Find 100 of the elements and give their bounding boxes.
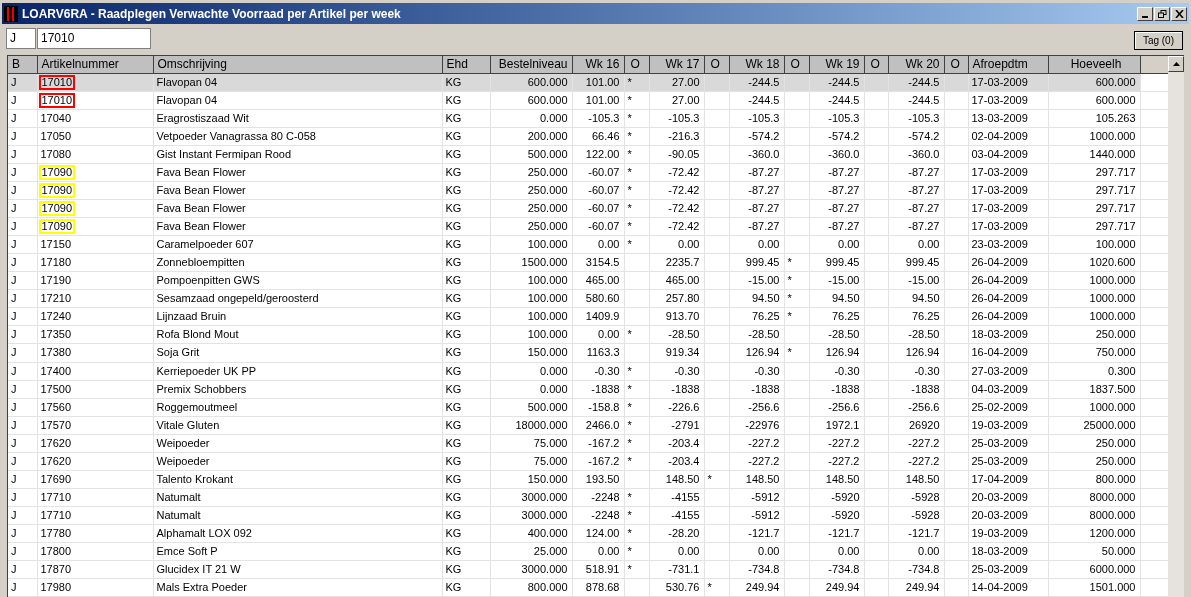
table-cell-text: 0.00 bbox=[758, 543, 781, 559]
column-header[interactable]: O bbox=[944, 56, 966, 73]
table-cell-text: -574.2 bbox=[908, 129, 941, 145]
table-cell-text: 25-02-2009 bbox=[970, 399, 1028, 415]
table-cell-text: -1838 bbox=[911, 381, 941, 397]
table-cell-text: J bbox=[10, 165, 17, 181]
table-cell-text: 297.717 bbox=[1095, 201, 1137, 217]
table-cell-text: 1020.600 bbox=[1089, 255, 1137, 271]
column-header[interactable]: O bbox=[624, 56, 646, 73]
table-cell-text: J bbox=[10, 399, 17, 415]
table-cell-text: -256.6 bbox=[748, 399, 781, 415]
table-cell-text: KG bbox=[444, 129, 462, 145]
table-cell-text: 0.00 bbox=[838, 543, 861, 559]
table-cell-text: -5920 bbox=[831, 507, 861, 523]
table-cell-text: KG bbox=[444, 237, 462, 253]
minimize-button[interactable] bbox=[1137, 6, 1153, 21]
table-cell-text: 76.25 bbox=[911, 309, 941, 325]
table-cell-text: -121.7 bbox=[748, 525, 781, 541]
table-cell-text: * bbox=[626, 165, 632, 181]
table-cell-text: -244.5 bbox=[828, 93, 861, 109]
table-cell-text: 14-04-2009 bbox=[970, 579, 1028, 595]
column-header[interactable]: O bbox=[784, 56, 806, 73]
column-header[interactable]: Hoeveelh bbox=[1066, 56, 1122, 73]
table-cell-text: Rofa Blond Mout bbox=[155, 327, 239, 343]
column-header[interactable]: O bbox=[704, 56, 726, 73]
table-cell-text: 1500.000 bbox=[521, 255, 569, 271]
table-cell-text: KG bbox=[444, 489, 462, 505]
table-cell-text: Premix Schobbers bbox=[155, 381, 247, 397]
table-cell-text: -87.27 bbox=[908, 165, 941, 181]
close-button[interactable] bbox=[1171, 6, 1187, 21]
table-cell-text: KG bbox=[444, 453, 462, 469]
table-cell-text: -256.6 bbox=[908, 399, 941, 415]
table-cell-text: 126.94 bbox=[905, 345, 941, 361]
table-cell-text: KG bbox=[444, 345, 462, 361]
table-cell-text: J bbox=[10, 291, 17, 307]
artikelnummer-field[interactable]: 17010 bbox=[37, 27, 151, 49]
window-title: LOARV6RA - Raadplegen Verwachte Voorraad per Artikel per week bbox=[22, 5, 401, 23]
table-cell-text: -87.27 bbox=[908, 219, 941, 235]
column-header[interactable]: B bbox=[8, 56, 20, 73]
column-header[interactable]: Wk 19 bbox=[825, 56, 864, 73]
table-cell-text: 1000.000 bbox=[1089, 273, 1137, 289]
column-header[interactable]: Ehd bbox=[442, 56, 468, 73]
table-cell-text: 17190 bbox=[39, 273, 72, 289]
table-cell-text: Vitale Gluten bbox=[155, 417, 220, 433]
table-cell-text: 0.00 bbox=[838, 237, 861, 253]
table-cell-text: 150.000 bbox=[527, 345, 569, 361]
table-cell-text: -574.2 bbox=[748, 129, 781, 145]
table-cell-text: Weipoeder bbox=[155, 435, 210, 451]
table-cell-text: -244.5 bbox=[748, 75, 781, 90]
table-cell-text: 100.000 bbox=[527, 309, 569, 325]
scroll-up-button[interactable] bbox=[1168, 56, 1184, 72]
table-cell-text: 0.000 bbox=[539, 111, 569, 127]
table-cell-text: * bbox=[626, 147, 632, 163]
table-cell-text: 02-04-2009 bbox=[970, 129, 1028, 145]
column-header[interactable]: Bestelniveau bbox=[498, 56, 572, 73]
table-cell-text: 1000.000 bbox=[1089, 291, 1137, 307]
column-header[interactable]: Omschrijving bbox=[153, 56, 227, 73]
column-header[interactable]: Artikelnummer bbox=[37, 56, 119, 73]
table-cell-text: Caramelpoeder 607 bbox=[155, 237, 254, 253]
table-cell-text: -0.30 bbox=[594, 363, 621, 379]
table-cell-text: 17400 bbox=[39, 363, 72, 379]
table-cell-text: 1200.000 bbox=[1089, 525, 1137, 541]
scrollbar[interactable] bbox=[1168, 56, 1184, 597]
table-cell-text: * bbox=[626, 489, 632, 505]
table-cell-text: Glucidex IT 21 W bbox=[155, 561, 241, 577]
table-cell-text: 1000.000 bbox=[1089, 399, 1137, 415]
table-cell-text: 193.50 bbox=[585, 471, 621, 487]
table-cell-text: 250.000 bbox=[527, 183, 569, 199]
restore-button[interactable] bbox=[1154, 6, 1170, 21]
table-cell-text: -360.0 bbox=[748, 147, 781, 163]
table-cell-text: 18-03-2009 bbox=[970, 327, 1028, 343]
column-header[interactable]: Wk 20 bbox=[905, 56, 944, 73]
table-cell-text: -105.3 bbox=[668, 111, 701, 127]
table-cell-text: 0.00 bbox=[678, 237, 701, 253]
column-header[interactable]: Wk 18 bbox=[745, 56, 784, 73]
tag-button[interactable]: Tag (0) bbox=[1133, 30, 1183, 50]
column-header[interactable]: Wk 17 bbox=[665, 56, 704, 73]
table-cell-text: -28.50 bbox=[668, 327, 701, 343]
table-cell-text: -87.27 bbox=[828, 219, 861, 235]
table-cell-text: 913.70 bbox=[665, 309, 701, 325]
highlighted-cell-text: 17010 bbox=[38, 93, 76, 109]
table-cell-text: 999.45 bbox=[825, 255, 861, 271]
column-header[interactable]: O bbox=[864, 56, 886, 73]
table-cell-text: 18-03-2009 bbox=[970, 543, 1028, 559]
table-cell-text: -5928 bbox=[911, 489, 941, 505]
table-cell-text: 0.00 bbox=[918, 237, 941, 253]
table-cell-text: 17240 bbox=[39, 309, 72, 325]
table-cell-text: KG bbox=[444, 417, 462, 433]
table-cell-text: 297.717 bbox=[1095, 219, 1137, 235]
column-header[interactable]: Afroepdtm bbox=[968, 56, 1028, 73]
status-field[interactable]: J bbox=[6, 27, 36, 49]
table-cell-text: 17-03-2009 bbox=[970, 165, 1028, 181]
table-cell-text: -0.30 bbox=[914, 363, 941, 379]
table-cell-text: 250.000 bbox=[527, 201, 569, 217]
table-cell-text: J bbox=[10, 255, 17, 271]
table-cell-text: -15.00 bbox=[748, 273, 781, 289]
table-cell-text: 17050 bbox=[39, 129, 72, 145]
table-cell-text: 249.94 bbox=[745, 579, 781, 595]
column-header[interactable]: Wk 16 bbox=[585, 56, 624, 73]
table-cell-text: KG bbox=[444, 75, 462, 90]
